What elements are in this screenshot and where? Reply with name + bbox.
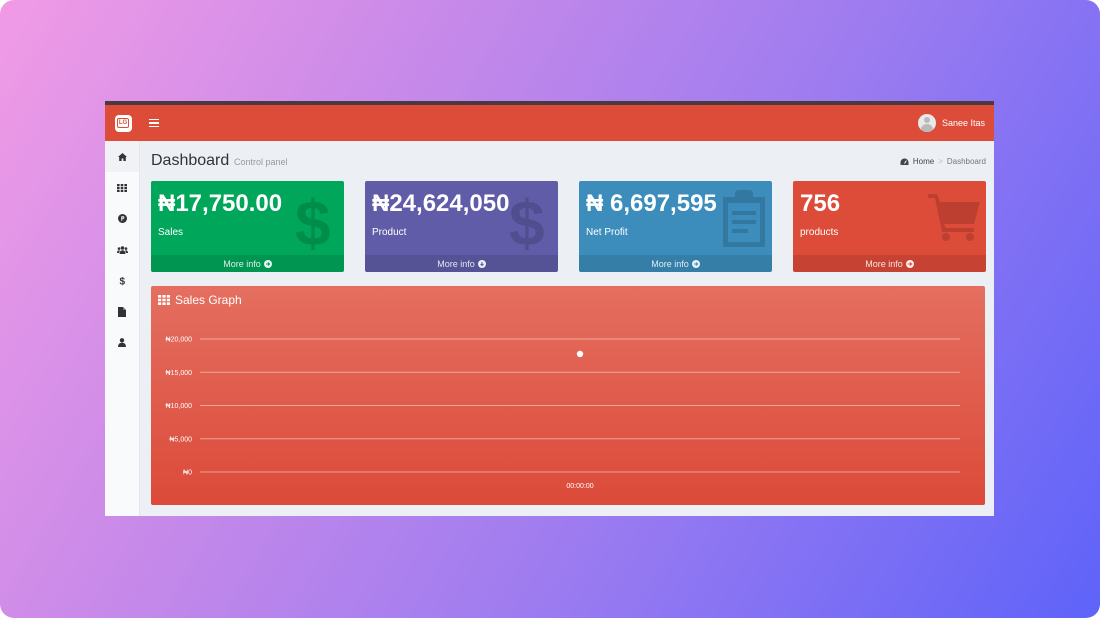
more-info-label: More info xyxy=(437,258,475,269)
sales-graph-panel: ₦0 ₦5,000 ₦10,000 ₦15,000 ₦20,000 00:00:00 Sa… xyxy=(151,286,985,505)
file-icon xyxy=(118,306,126,317)
y-tick-label: ₦10,000 xyxy=(166,403,193,410)
background-frame: LG Sanee Itas $ Dashboard Control panel … xyxy=(0,0,1100,618)
stat-boxes: $ ₦17,750.00 Sales More info $ ₦24,624,0… xyxy=(151,181,986,272)
page-title: Dashboard xyxy=(151,152,230,169)
more-info-label: More info xyxy=(651,258,689,269)
svg-text:$: $ xyxy=(509,190,545,250)
dashboard-gauge-icon xyxy=(900,158,909,165)
arrow-circle-down-icon xyxy=(477,259,486,268)
y-tick-label: ₦20,000 xyxy=(166,337,193,344)
x-tick-label: 00:00:00 xyxy=(566,483,593,490)
breadcrumb-home-link[interactable]: Home xyxy=(913,157,934,166)
arrow-circle-right-icon xyxy=(905,259,914,268)
dollar-icon: $ xyxy=(119,276,125,285)
stat-label: Product xyxy=(372,227,407,238)
more-info-link[interactable]: More info xyxy=(793,255,986,272)
home-icon xyxy=(117,152,127,161)
stat-label: Sales xyxy=(158,227,184,238)
menu-toggle-icon[interactable] xyxy=(149,118,159,128)
logo-text: LG xyxy=(116,118,130,128)
dollar-icon: $ xyxy=(295,190,331,250)
stat-value: ₦ 6,697,595 xyxy=(586,190,717,217)
y-tick-label: ₦5,000 xyxy=(169,436,192,443)
stat-value: ₦24,624,050 xyxy=(372,190,510,217)
sidebar-item-finance[interactable]: $ xyxy=(105,265,139,296)
more-info-link[interactable]: More info xyxy=(579,255,772,272)
stat-box-sales: $ ₦17,750.00 Sales More info xyxy=(151,181,344,272)
sales-line-chart: ₦0 ₦5,000 ₦10,000 ₦15,000 ₦20,000 00:00:00 xyxy=(166,337,960,490)
graph-title: Sales Graph xyxy=(175,293,242,307)
stat-value: ₦17,750.00 xyxy=(158,190,283,217)
page-subtitle: Control panel xyxy=(234,157,288,167)
stat-box-products: 756 products More info xyxy=(793,181,986,272)
more-info-link[interactable]: More info xyxy=(365,255,558,272)
stat-label: products xyxy=(800,227,839,238)
logo-icon: LG xyxy=(114,114,132,132)
page-header: Dashboard Control panel Home > Dashboard xyxy=(151,141,986,181)
user-name: Sanee Itas xyxy=(941,118,985,128)
more-info-link[interactable]: More info xyxy=(151,255,344,272)
sidebar-item-products[interactable] xyxy=(105,203,139,234)
users-icon xyxy=(116,245,128,254)
stat-label: Net Profit xyxy=(586,227,628,238)
sidebar-item-profile[interactable] xyxy=(105,327,139,358)
top-header: LG Sanee Itas xyxy=(105,105,994,141)
cart-icon xyxy=(928,194,980,241)
user-menu[interactable]: Sanee Itas xyxy=(917,114,985,132)
product-circle-icon xyxy=(117,214,127,223)
svg-text:$: $ xyxy=(295,190,331,250)
breadcrumb-separator: > xyxy=(938,157,943,166)
user-icon xyxy=(118,338,126,347)
sidebar-item-home[interactable] xyxy=(105,141,139,172)
sidebar: $ xyxy=(105,141,140,516)
stat-box-product: $ ₦24,624,050 Product More info xyxy=(365,181,558,272)
main-content: Dashboard Control panel Home > Dashboard… xyxy=(151,141,986,505)
logo[interactable]: LG xyxy=(105,105,141,141)
sidebar-item-users[interactable] xyxy=(105,234,139,265)
clipboard-icon xyxy=(723,190,765,247)
sidebar-item-reports[interactable] xyxy=(105,296,139,327)
more-info-label: More info xyxy=(865,258,903,269)
arrow-circle-right-icon xyxy=(263,259,272,268)
y-tick-label: ₦15,000 xyxy=(166,370,193,377)
y-tick-label: ₦0 xyxy=(183,470,192,477)
graph-header: Sales Graph xyxy=(158,293,242,307)
svg-text:$: $ xyxy=(119,276,125,285)
avatar xyxy=(917,114,936,132)
stat-value: 756 xyxy=(800,190,841,217)
sidebar-item-grid[interactable] xyxy=(105,172,139,203)
dollar-icon: $ xyxy=(509,190,545,250)
arrow-circle-right-icon xyxy=(691,259,700,268)
breadcrumb-current: Dashboard xyxy=(946,157,986,166)
admin-app-window: LG Sanee Itas $ Dashboard Control panel … xyxy=(105,101,994,516)
data-point[interactable] xyxy=(576,350,584,358)
more-info-label: More info xyxy=(223,258,261,269)
breadcrumb: Home > Dashboard xyxy=(900,157,986,166)
stat-box-net-profit: ₦ 6,697,595 Net Profit More info xyxy=(579,181,772,272)
grid-icon xyxy=(158,295,170,305)
grid-icon xyxy=(117,183,127,192)
